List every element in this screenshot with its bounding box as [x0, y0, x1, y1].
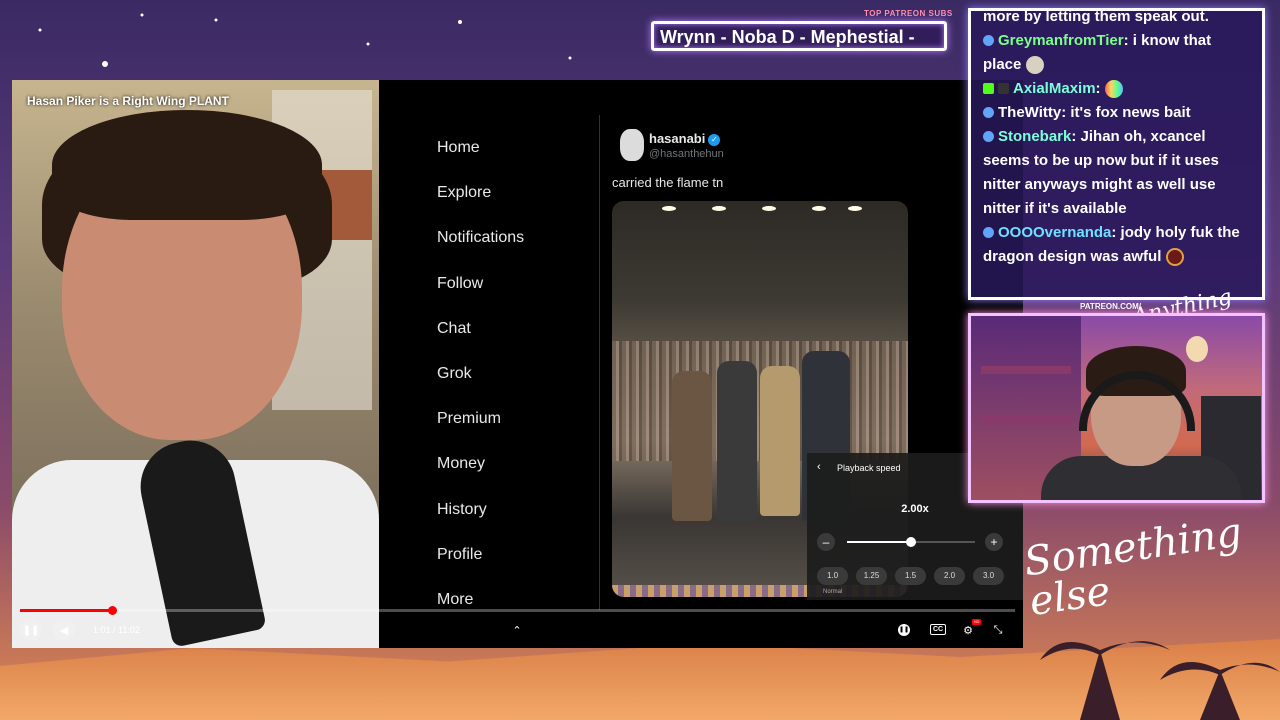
speed-decrease-button[interactable]: – — [817, 533, 835, 551]
chevron-up-icon: ⌃ — [512, 624, 522, 637]
nav-explore[interactable]: Explore — [437, 181, 524, 226]
chat-text: more by letting them speak out. — [983, 8, 1209, 25]
speed-preset-1-25[interactable]: 1.25 — [856, 567, 887, 585]
nav-notifications[interactable]: Notifications — [437, 226, 524, 271]
stream-chat: more by letting them speak out. Greymanf… — [968, 8, 1265, 300]
chat-badge-icon — [983, 106, 994, 118]
twitter-sidebar-nav: Home Explore Notifications Follow Chat G… — [437, 136, 524, 633]
badge-icon — [998, 82, 1009, 94]
autoplay-toggle[interactable]: ❚❚ — [896, 619, 912, 641]
video-title: Hasan Piker is a Right Wing PLANT — [27, 94, 229, 108]
avatar[interactable] — [620, 129, 644, 161]
nav-home[interactable]: Home — [437, 136, 524, 181]
chat-username: OOOOvernanda — [998, 224, 1112, 241]
back-chevron-icon[interactable]: ‹ — [817, 461, 821, 473]
rainbow-emote-icon — [1104, 80, 1123, 99]
nav-history[interactable]: History — [437, 498, 524, 543]
kick-badge-icon — [983, 82, 994, 94]
playback-speed-header: Playback speed — [837, 463, 901, 473]
chat-message: more by letting them speak out. — [983, 8, 1253, 29]
emote-icon — [1165, 248, 1184, 267]
chat-text: : it's fox news bait — [1061, 104, 1191, 121]
pause-button[interactable]: ❚❚ — [20, 619, 42, 641]
speed-preset-1[interactable]: 1.0 — [817, 567, 848, 585]
chat-message: AxialMaxim: — [983, 77, 1253, 101]
speed-preset-2[interactable]: 2.0 — [934, 567, 965, 585]
tweet-text: carried the flame tn — [612, 175, 724, 190]
chat-username: GreymanfromTier — [998, 32, 1124, 49]
video-time: 1:01 / 11:02 — [93, 625, 140, 635]
top-patreon-subs-label: TOP PATREON SUBS — [864, 9, 953, 18]
plush-toy — [1186, 336, 1208, 362]
cc-icon: CC — [933, 626, 944, 633]
settings-button[interactable]: ⚙ HD — [960, 619, 981, 641]
speed-preset-1-5[interactable]: 1.5 — [895, 567, 926, 585]
streamer-camera-feed — [12, 80, 379, 648]
tweet-author-name: hasanabi — [649, 131, 706, 146]
volume-button[interactable]: ◀ — [53, 619, 75, 641]
verified-badge-icon: ✓ — [708, 133, 721, 146]
tweet-author[interactable]: hasanabi ✓ — [649, 131, 721, 146]
speaker-icon: ◀ — [59, 624, 69, 637]
hd-badge: HD — [972, 619, 981, 625]
subtitles-button[interactable]: CC — [930, 624, 947, 635]
speed-slider[interactable] — [847, 537, 975, 547]
nav-profile[interactable]: Profile — [437, 543, 524, 588]
video-player[interactable]: Hasan Piker is a Right Wing PLANT Home E… — [12, 80, 1023, 648]
emote-icon — [1025, 56, 1044, 75]
chat-badge-icon — [983, 130, 994, 142]
chat-badge-icon — [983, 34, 994, 46]
chat-username: AxialMaxim — [1013, 80, 1096, 97]
nav-premium[interactable]: Premium — [437, 407, 524, 452]
speed-increase-button[interactable]: + — [985, 533, 1003, 551]
expand-up-button[interactable]: ⌃ — [510, 619, 524, 641]
speed-slider-fill — [847, 541, 911, 543]
nav-follow[interactable]: Follow — [437, 272, 524, 317]
nav-grok[interactable]: Grok — [437, 362, 524, 407]
speed-slider-handle[interactable] — [906, 537, 916, 547]
tweet-handle[interactable]: @hasanthehun — [649, 148, 724, 160]
pause-icon: ❚❚ — [22, 624, 40, 636]
chat-username: Stonebark — [998, 128, 1072, 145]
exit-fullscreen-button[interactable]: ⤡ — [990, 619, 1006, 641]
chat-username: TheWitty — [998, 104, 1062, 121]
player-controls: ❚❚ ◀ 1:01 / 11:02 ⌃ ❚❚ CC ⚙ HD ⤡ — [12, 612, 1023, 648]
nav-money[interactable]: Money — [437, 452, 524, 497]
chat-message: GreymanfromTier: i know that place — [983, 29, 1253, 77]
column-divider — [599, 115, 600, 610]
autoplay-icon: ❚❚ — [898, 624, 910, 636]
chat-messages: more by letting them speak out. Greymanf… — [983, 8, 1253, 269]
speed-normal-label: Normal — [823, 589, 843, 595]
subs-ticker-text: Wrynn - Noba D - Mephestial - — [660, 27, 915, 47]
webcam-feed — [968, 313, 1265, 503]
chat-message: TheWitty: it's fox news bait — [983, 101, 1253, 125]
chat-text: : — [1095, 80, 1101, 97]
nav-chat[interactable]: Chat — [437, 317, 524, 362]
gear-icon: ⚙ — [963, 624, 973, 637]
chat-message: Stonebark: Jihan oh, xcancel seems to be… — [983, 125, 1253, 221]
chat-badge-icon — [983, 226, 994, 238]
minimize-icon: ⤡ — [993, 623, 1003, 636]
chat-message: OOOOvernanda: jody holy fuk the dragon d… — [983, 221, 1253, 269]
speed-presets: 1.0 1.25 1.5 2.0 3.0 — [817, 567, 1004, 585]
speed-value: 2.00x — [901, 503, 929, 515]
patreon-subs-ticker: Wrynn - Noba D - Mephestial - — [651, 21, 947, 51]
speed-preset-3[interactable]: 3.0 — [973, 567, 1004, 585]
